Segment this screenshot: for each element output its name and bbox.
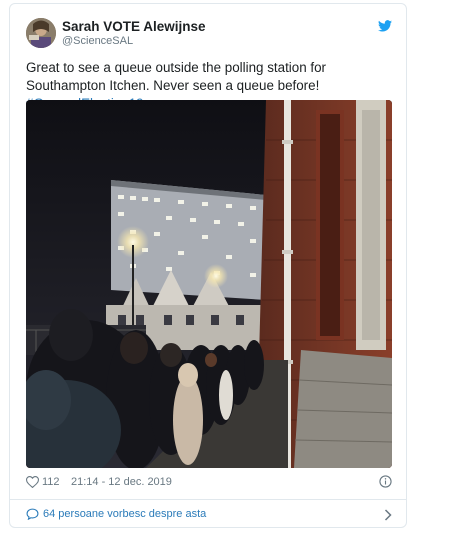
like-count[interactable]: 112 — [42, 476, 60, 488]
info-icon[interactable] — [379, 475, 392, 488]
speech-bubble-icon — [26, 508, 39, 520]
tweet-header: Sarah VOTE Alewijnse @ScienceSAL — [26, 18, 392, 52]
twitter-bird-icon[interactable] — [378, 20, 392, 32]
embedded-tweet-card[interactable]: Sarah VOTE Alewijnse @ScienceSAL Great t… — [9, 3, 407, 528]
author-handle[interactable]: @ScienceSAL — [62, 35, 133, 47]
chevron-right-icon[interactable] — [384, 509, 392, 521]
conversation-link[interactable]: 64 persoane vorbesc despre asta — [26, 507, 392, 523]
avatar[interactable] — [26, 18, 56, 48]
heart-icon[interactable] — [26, 476, 39, 488]
tweet-timestamp[interactable]: 21:14 - 12 dec. 2019 — [71, 476, 172, 488]
tweet-meta: 112 21:14 - 12 dec. 2019 — [26, 475, 392, 491]
tweet-photo[interactable] — [26, 100, 392, 468]
author-name[interactable]: Sarah VOTE Alewijnse — [62, 19, 206, 34]
divider — [10, 499, 406, 500]
conversation-label[interactable]: 64 persoane vorbesc despre asta — [43, 508, 206, 520]
tweet-body: Great to see a queue outside the polling… — [26, 60, 327, 93]
